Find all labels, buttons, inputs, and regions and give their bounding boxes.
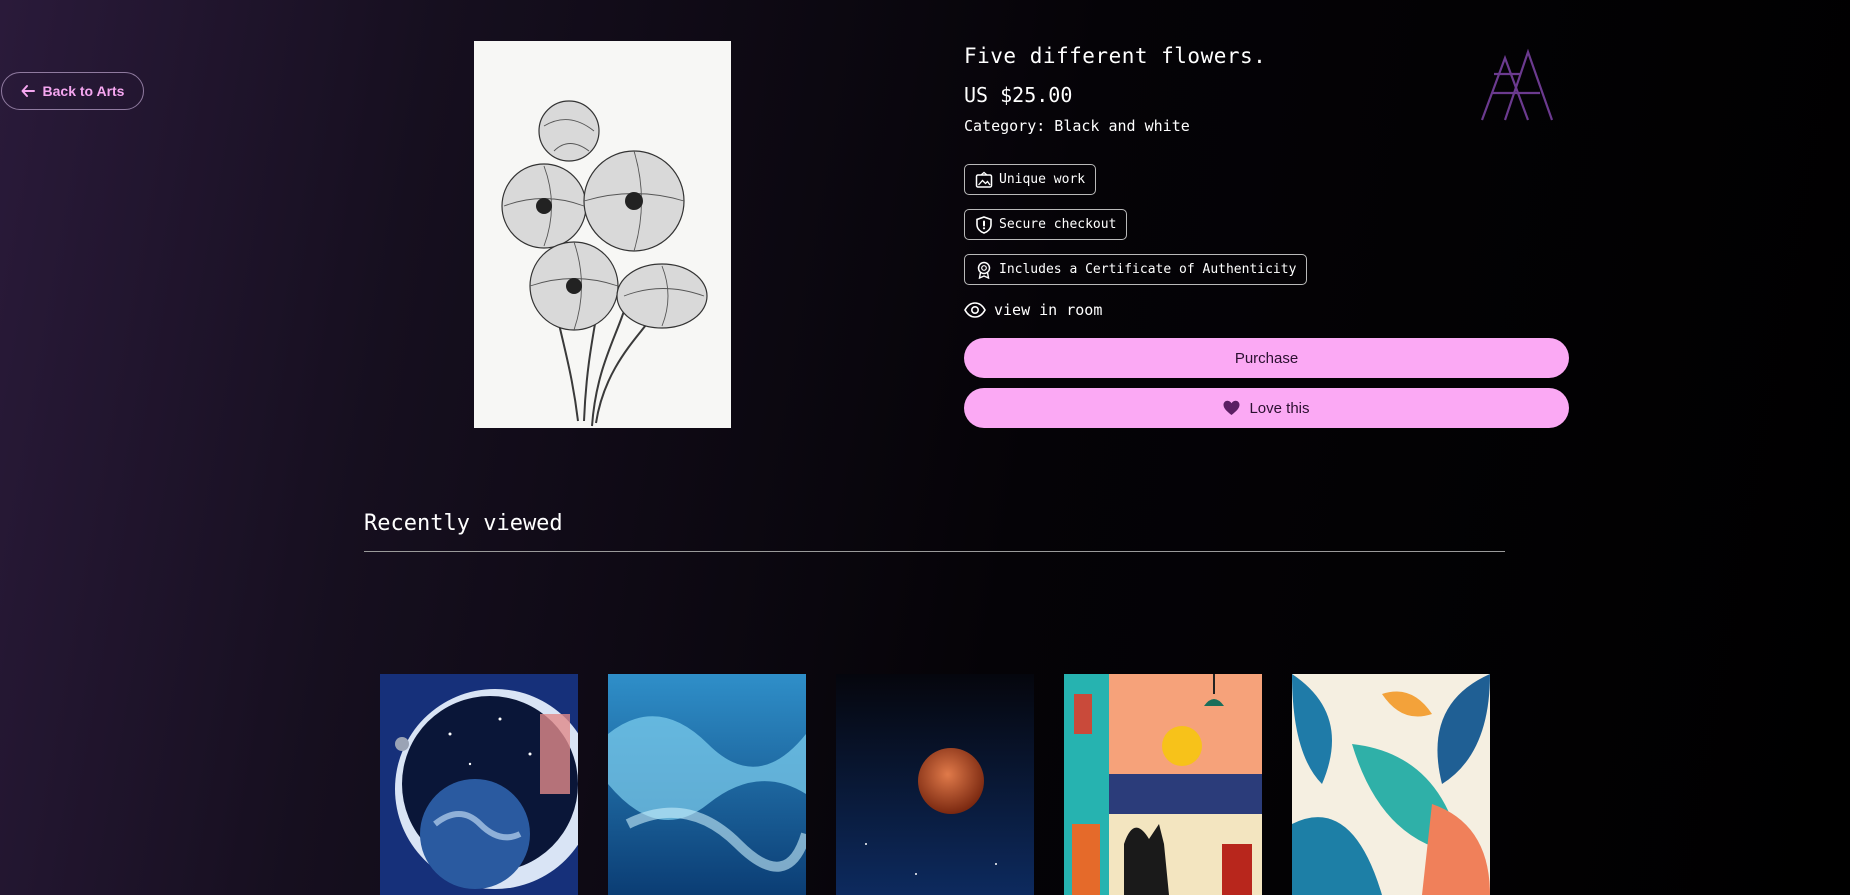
product-category: Category: Black and white bbox=[964, 117, 1190, 135]
arrow-left-icon bbox=[21, 85, 35, 97]
unique-work-badge: Unique work bbox=[964, 164, 1097, 195]
love-this-button[interactable]: Love this bbox=[964, 388, 1569, 428]
product-title: Five different flowers. bbox=[964, 44, 1267, 68]
view-in-room-link[interactable]: view in room bbox=[964, 301, 1102, 319]
shield-icon bbox=[976, 215, 992, 234]
product-price: US $25.00 bbox=[964, 83, 1073, 107]
eye-icon bbox=[964, 302, 986, 318]
astronaut-earth-artwork[interactable] bbox=[380, 674, 578, 895]
unique-work-label: Unique work bbox=[999, 172, 1086, 187]
tropical-leaves-artwork[interactable] bbox=[1292, 674, 1490, 895]
view-in-room-label: view in room bbox=[994, 301, 1103, 319]
picture-frame-icon bbox=[975, 171, 993, 188]
certificate-ribbon-icon bbox=[977, 261, 991, 279]
blue-clouds-artwork[interactable] bbox=[608, 674, 806, 895]
certificate-badge: Includes a Certificate of Authenticity bbox=[964, 254, 1308, 285]
cat-window-artwork[interactable] bbox=[1064, 674, 1262, 895]
secure-checkout-label: Secure checkout bbox=[999, 217, 1117, 232]
recently-viewed-heading: Recently viewed bbox=[364, 511, 563, 536]
secure-checkout-badge: Secure checkout bbox=[964, 209, 1128, 240]
brand-logo bbox=[1480, 48, 1554, 121]
back-to-arts-button[interactable]: Back to Arts bbox=[1, 72, 144, 110]
purchase-button[interactable]: Purchase bbox=[964, 338, 1569, 378]
flowers-drawing bbox=[474, 41, 731, 428]
section-divider bbox=[364, 551, 1505, 552]
certificate-label: Includes a Certificate of Authenticity bbox=[999, 262, 1297, 277]
red-moon-artwork[interactable] bbox=[836, 674, 1034, 895]
love-this-label: Love this bbox=[1249, 399, 1310, 417]
back-label: Back to Arts bbox=[42, 83, 125, 99]
artwork-image bbox=[474, 41, 731, 428]
heart-icon bbox=[1223, 400, 1240, 415]
